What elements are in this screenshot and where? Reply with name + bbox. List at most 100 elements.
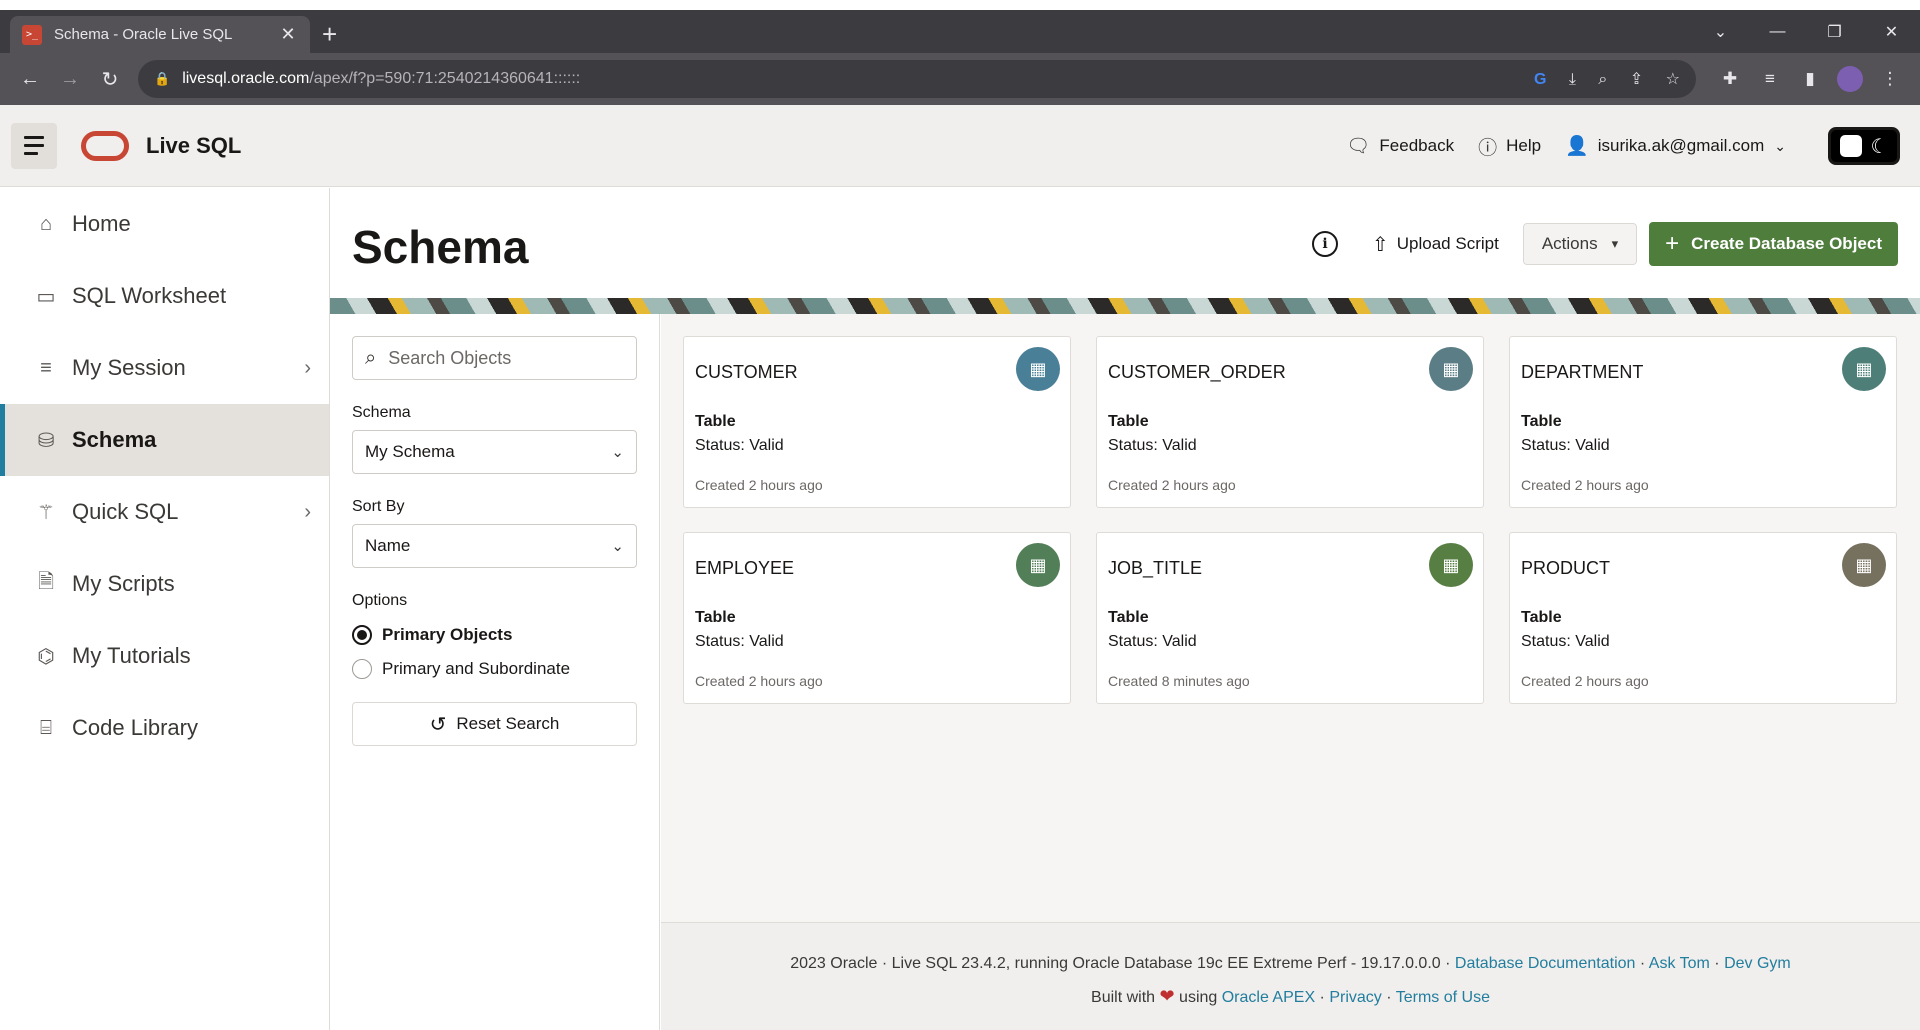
chevron-down-icon: ⌄ (611, 538, 624, 555)
terms-of-use-link[interactable]: Terms of Use (1396, 989, 1490, 1006)
restore-icon[interactable]: ❐ (1806, 22, 1863, 42)
object-card[interactable]: EMPLOYEE ▦ Table Status: Valid Created 2… (683, 532, 1071, 704)
reload-icon[interactable]: ↻ (90, 67, 130, 92)
browser-tab[interactable]: >_ Schema - Oracle Live SQL ✕ (10, 16, 310, 53)
zoom-icon[interactable]: ⌕ (1598, 71, 1607, 88)
minimize-icon[interactable]: — (1749, 23, 1806, 41)
user-icon: 👤 (1565, 136, 1589, 157)
object-name[interactable]: EMPLOYEE (695, 558, 1059, 579)
user-menu[interactable]: 👤 isurika.ak@gmail.com ⌄ (1565, 134, 1786, 158)
search-objects-field[interactable]: ⌕ (352, 336, 637, 380)
feedback-link[interactable]: 🗨 Feedback (1346, 134, 1454, 158)
object-name[interactable]: DEPARTMENT (1521, 362, 1885, 383)
bookmark-star-icon[interactable]: ☆ (1666, 71, 1680, 88)
schema-select[interactable]: My Schema ⌄ (352, 430, 637, 474)
browser-menu-icon[interactable]: ⋮ (1870, 69, 1910, 89)
object-name[interactable]: JOB_TITLE (1108, 558, 1472, 579)
sidebar-item-my-session[interactable]: ≡ My Session › (0, 332, 329, 404)
object-card[interactable]: CUSTOMER_ORDER ▦ Table Status: Valid Cre… (1096, 336, 1484, 508)
terminal-icon: ▭ (36, 285, 56, 308)
app-brand[interactable]: Live SQL (146, 133, 241, 159)
object-name[interactable]: CUSTOMER_ORDER (1108, 362, 1472, 383)
table-icon: ▦ (1842, 347, 1886, 391)
oracle-logo[interactable] (81, 130, 129, 161)
object-card[interactable]: DEPARTMENT ▦ Table Status: Valid Created… (1509, 336, 1897, 508)
object-status: Status: Valid (695, 437, 784, 454)
create-database-object-button[interactable]: + Create Database Object (1649, 222, 1898, 266)
object-name[interactable]: CUSTOMER (695, 362, 1059, 383)
browser-toolbar: ← → ↻ 🔒 livesql.oracle.com/apex/f?p=590:… (0, 53, 1920, 105)
object-status: Status: Valid (1108, 437, 1197, 454)
extensions-puzzle-icon[interactable]: ✚ (1710, 69, 1750, 89)
table-icon: ▦ (1429, 543, 1473, 587)
object-type: Table (1108, 609, 1149, 626)
help-link[interactable]: ⓘ Help (1478, 133, 1541, 160)
object-card[interactable]: PRODUCT ▦ Table Status: Valid Created 2 … (1509, 532, 1897, 704)
wand-icon: ⚚ (37, 501, 55, 524)
sidebar-item-my-scripts[interactable]: 🗎 My Scripts (0, 548, 329, 620)
menu-toggle-button[interactable] (11, 122, 57, 169)
privacy-link[interactable]: Privacy (1329, 989, 1381, 1006)
new-tab-icon[interactable]: + (322, 21, 337, 47)
page-footer: 2023 Oracle · Live SQL 23.4.2, running O… (661, 922, 1920, 1030)
share-icon[interactable]: ⇪ (1630, 71, 1643, 88)
reset-icon: ↺ (429, 713, 447, 736)
oracle-apex-link[interactable]: Oracle APEX (1222, 989, 1315, 1006)
header-actions: 🗨 Feedback ⓘ Help 👤 isurika.ak@gmail.com… (1322, 105, 1900, 187)
search-input[interactable] (388, 347, 624, 369)
url-text[interactable]: livesql.oracle.com/apex/f?p=590:71:25402… (182, 70, 1516, 88)
back-icon[interactable]: ← (10, 68, 50, 91)
sidebar-item-home[interactable]: ⌂ Home (0, 188, 329, 260)
upload-script-button[interactable]: ⇧ Upload Script (1372, 232, 1499, 257)
sort-by-select[interactable]: Name ⌄ (352, 524, 637, 568)
sidebar-item-sql-worksheet[interactable]: ▭ SQL Worksheet (0, 260, 329, 332)
actions-menu-button[interactable]: Actions ▾ (1522, 223, 1638, 265)
upload-icon: ⇧ (1372, 233, 1389, 256)
close-window-icon[interactable]: ✕ (1863, 22, 1920, 42)
main-area: ⌂ Home ▭ SQL Worksheet ≡ My Session › ⛁ … (0, 188, 1920, 1030)
decorative-banner (330, 298, 1920, 314)
ask-tom-link[interactable]: Ask Tom (1649, 955, 1710, 972)
info-icon[interactable]: i (1312, 231, 1338, 257)
address-bar[interactable]: 🔒 livesql.oracle.com/apex/f?p=590:71:254… (138, 60, 1696, 98)
table-icon: ▦ (1842, 543, 1886, 587)
media-icon[interactable]: ≡ (1750, 69, 1790, 89)
dev-gym-link[interactable]: Dev Gym (1724, 955, 1791, 972)
reset-search-button[interactable]: ↺ Reset Search (352, 702, 637, 746)
database-icon: ⛁ (37, 429, 55, 452)
object-status: Status: Valid (1521, 437, 1610, 454)
object-created: Created 2 hours ago (1521, 673, 1649, 689)
sidebar-item-schema[interactable]: ⛁ Schema (0, 404, 329, 476)
object-card[interactable]: JOB_TITLE ▦ Table Status: Valid Created … (1096, 532, 1484, 704)
object-card[interactable]: CUSTOMER ▦ Table Status: Valid Created 2… (683, 336, 1071, 508)
radio-unselected[interactable] (352, 659, 372, 679)
install-icon[interactable]: ⤓ (1569, 71, 1576, 88)
object-created: Created 2 hours ago (695, 673, 823, 689)
sidebar-item-code-library[interactable]: ⌸ Code Library (0, 692, 329, 764)
tab-search-icon[interactable]: ⌄ (1692, 22, 1749, 42)
profile-avatar[interactable] (1837, 66, 1863, 92)
objects-cards-area: CUSTOMER ▦ Table Status: Valid Created 2… (661, 314, 1920, 922)
google-icon[interactable]: G (1534, 71, 1546, 88)
option-primary-objects[interactable]: Primary Objects (352, 618, 637, 652)
forward-icon[interactable]: → (50, 68, 90, 91)
chevron-right-icon[interactable]: › (304, 357, 311, 380)
sidebar-item-quick-sql[interactable]: ⚚ Quick SQL › (0, 476, 329, 548)
objects-grid: CUSTOMER ▦ Table Status: Valid Created 2… (661, 314, 1920, 726)
object-created: Created 8 minutes ago (1108, 673, 1250, 689)
page-actions: i ⇧ Upload Script Actions ▾ + Create Dat… (1312, 222, 1898, 266)
database-documentation-link[interactable]: Database Documentation (1455, 955, 1636, 972)
sort-by-label: Sort By (352, 498, 405, 515)
theme-toggle[interactable]: ☾ (1828, 127, 1900, 165)
object-type: Table (695, 413, 736, 430)
object-type: Table (1108, 413, 1149, 430)
radio-selected[interactable] (352, 625, 372, 645)
chat-bubble-icon: 🗨 (1346, 136, 1371, 157)
object-name[interactable]: PRODUCT (1521, 558, 1885, 579)
option-primary-and-subordinate[interactable]: Primary and Subordinate (352, 652, 637, 686)
side-panel-icon[interactable]: ▮ (1790, 69, 1830, 89)
close-tab-icon[interactable]: ✕ (278, 24, 298, 45)
sidebar-item-my-tutorials[interactable]: ⌬ My Tutorials (0, 620, 329, 692)
lock-icon[interactable]: 🔒 (154, 71, 170, 87)
chevron-right-icon[interactable]: › (304, 501, 311, 524)
